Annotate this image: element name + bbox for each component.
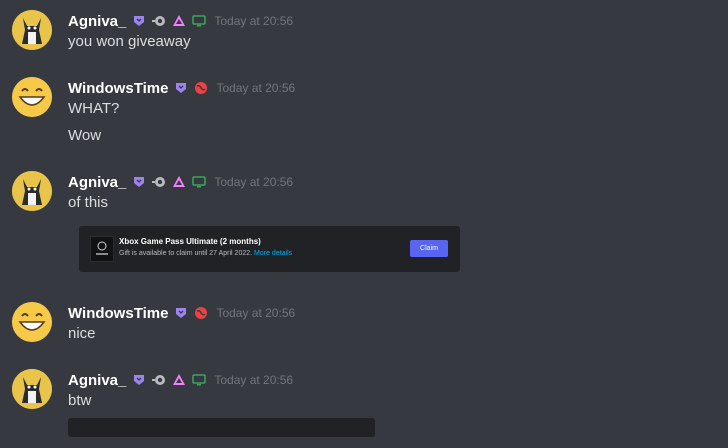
hypesquad-badge-icon[interactable]: [132, 373, 146, 387]
xbox-game-pass-icon: [90, 236, 114, 262]
message-text: WHAT?: [68, 100, 120, 117]
message-text: nice: [68, 325, 96, 342]
timestamp[interactable]: Today at 20:56: [216, 81, 295, 95]
timestamp[interactable]: Today at 20:56: [216, 306, 295, 320]
gift-availability: Gift is available to claim until 27 Apri…: [119, 250, 253, 257]
username[interactable]: WindowsTime: [68, 80, 168, 97]
gift-title: Xbox Game Pass Ultimate (2 months): [119, 237, 261, 246]
message-header: WindowsTime Today at 20:56: [68, 302, 295, 324]
username[interactable]: WindowsTime: [68, 305, 168, 322]
message-text: you won giveaway: [68, 33, 191, 50]
nitro-badge-icon[interactable]: [152, 14, 166, 28]
timestamp[interactable]: Today at 20:56: [214, 175, 293, 189]
nitro-badge-icon[interactable]: [152, 373, 166, 387]
triangle-badge-icon[interactable]: [172, 175, 186, 189]
triangle-badge-icon[interactable]: [172, 14, 186, 28]
message-header: Agniva_ Today at 20:56: [68, 10, 293, 32]
monitor-badge-icon[interactable]: [192, 373, 207, 387]
username[interactable]: Agniva_: [68, 372, 126, 389]
message-text: btw: [68, 392, 92, 409]
message-header: WindowsTime Today at 20:56: [68, 77, 295, 99]
hypesquad-badge-icon[interactable]: [132, 175, 146, 189]
more-details-link[interactable]: More details: [254, 250, 292, 257]
globe-badge-icon[interactable]: [194, 306, 208, 320]
timestamp[interactable]: Today at 20:56: [214, 14, 293, 28]
nitro-badge-icon[interactable]: [152, 175, 166, 189]
hypesquad-badge-icon[interactable]: [174, 81, 188, 95]
message-text: of this: [68, 194, 109, 211]
message-text: Wow: [68, 127, 102, 144]
grinning-face-avatar-icon: [12, 77, 52, 117]
avatar[interactable]: [12, 302, 52, 342]
username[interactable]: Agniva_: [68, 174, 126, 191]
triangle-badge-icon[interactable]: [172, 373, 186, 387]
claim-button[interactable]: Claim: [410, 240, 448, 257]
gift-subtitle: Gift is available to claim until 27 Apri…: [119, 250, 292, 257]
gift-embed: Xbox Game Pass Ultimate (2 months) Gift …: [79, 226, 460, 272]
cat-avatar-icon: [12, 369, 52, 409]
cat-avatar-icon: [12, 171, 52, 211]
redacted-content-block: [68, 418, 375, 437]
grinning-face-avatar-icon: [12, 302, 52, 342]
message-header: Agniva_ Today at 20:56: [68, 369, 293, 391]
avatar[interactable]: [12, 10, 52, 50]
avatar[interactable]: [12, 77, 52, 117]
monitor-badge-icon[interactable]: [192, 175, 207, 189]
hypesquad-badge-icon[interactable]: [174, 306, 188, 320]
cat-avatar-icon: [12, 10, 52, 50]
username[interactable]: Agniva_: [68, 13, 126, 30]
timestamp[interactable]: Today at 20:56: [214, 373, 293, 387]
hypesquad-badge-icon[interactable]: [132, 14, 146, 28]
globe-badge-icon[interactable]: [194, 81, 208, 95]
monitor-badge-icon[interactable]: [192, 14, 207, 28]
message-header: Agniva_ Today at 20:56: [68, 171, 293, 193]
avatar[interactable]: [12, 369, 52, 409]
avatar[interactable]: [12, 171, 52, 211]
